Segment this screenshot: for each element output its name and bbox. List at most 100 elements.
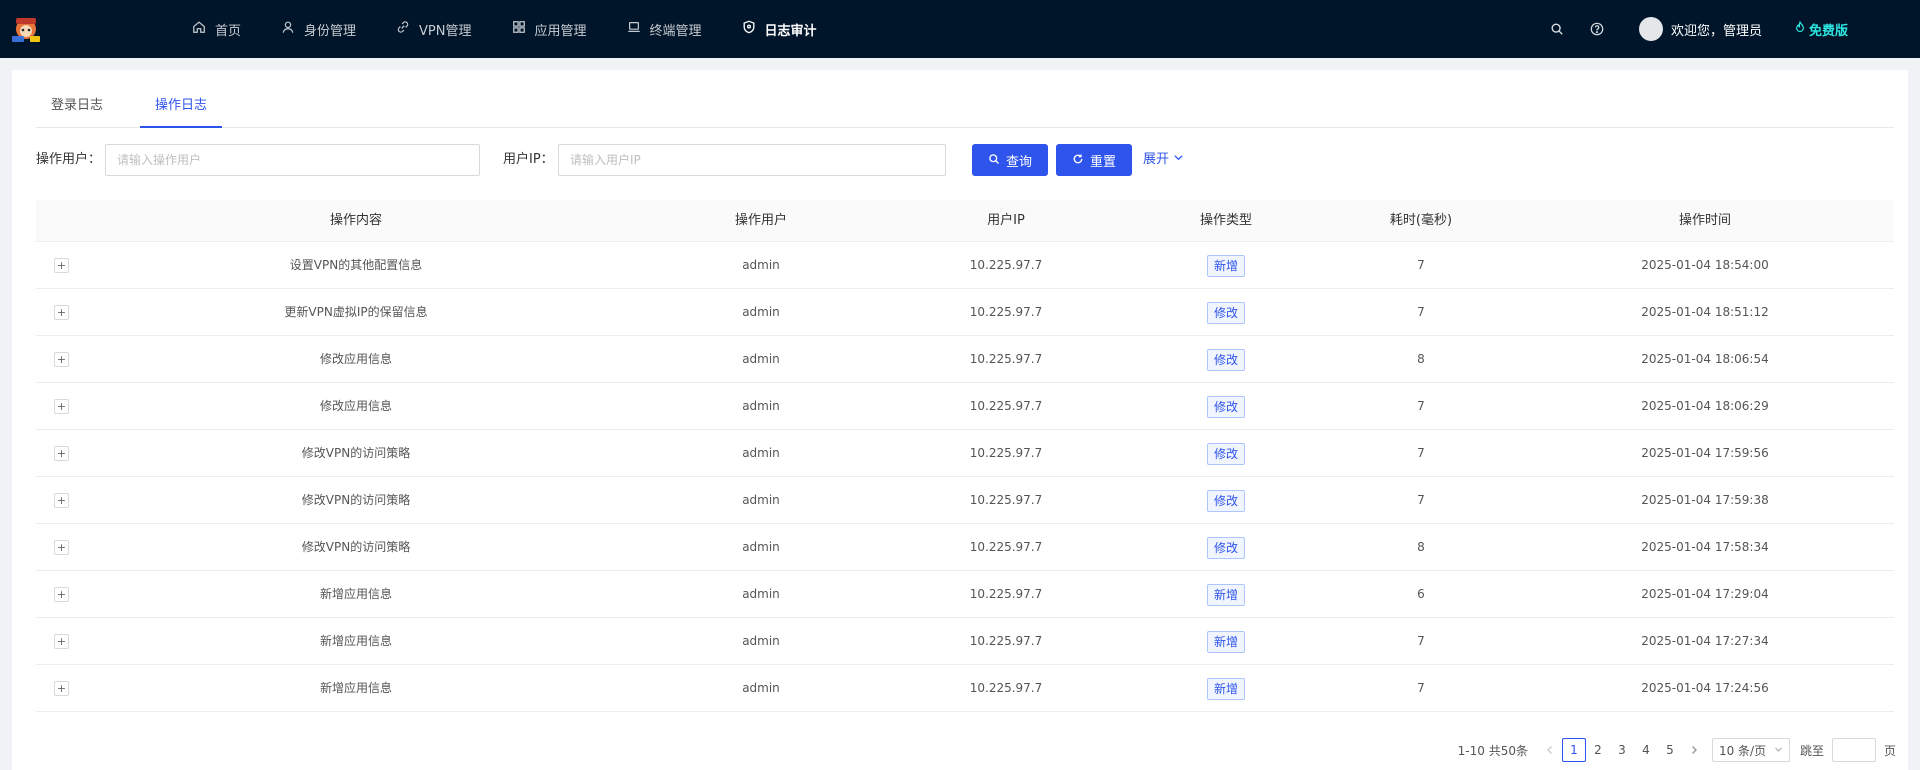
nav-item-vpn[interactable]: VPN管理 xyxy=(396,0,472,58)
query-label: 查询 xyxy=(1005,153,1032,169)
cell-time: 2025-01-04 17:59:56 xyxy=(1641,446,1769,460)
page-size-label: 10 条/页 xyxy=(1718,743,1767,758)
expand-toggle[interactable]: 展开 xyxy=(1143,144,1184,176)
query-button[interactable]: 查询 xyxy=(972,144,1048,176)
row-expand-icon[interactable]: + xyxy=(54,493,69,508)
cell-ip: 10.225.97.7 xyxy=(969,399,1043,413)
page-1[interactable]: 1 xyxy=(1561,738,1586,762)
table-row[interactable]: + 更新VPN虚拟IP的保留信息 admin 10.225.97.7 修改 7 … xyxy=(36,289,1894,336)
reload-icon xyxy=(1072,153,1084,168)
row-expand-icon[interactable]: + xyxy=(54,258,69,273)
table-row[interactable]: + 修改VPN的访问策略 admin 10.225.97.7 修改 7 2025… xyxy=(36,430,1894,477)
avatar[interactable] xyxy=(1638,17,1663,41)
jump-suffix: 页 xyxy=(1883,743,1896,758)
header-ip: 用户IP xyxy=(987,213,1025,228)
row-expand-icon[interactable]: + xyxy=(54,587,69,602)
cell-duration: 6 xyxy=(1417,587,1425,601)
type-tag: 修改 xyxy=(1206,395,1245,418)
expand-label: 展开 xyxy=(1143,152,1170,167)
content-card: 登录日志 操作日志 操作用户： 用户IP： 查询 重置 展开 操作内容 xyxy=(12,70,1908,770)
row-expand-icon[interactable]: + xyxy=(54,634,69,649)
page-4[interactable]: 4 xyxy=(1634,738,1658,762)
jump-page-input[interactable] xyxy=(1831,738,1876,762)
row-expand-icon[interactable]: + xyxy=(54,681,69,696)
row-expand-icon[interactable]: + xyxy=(54,399,69,414)
cell-ip: 10.225.97.7 xyxy=(969,258,1043,272)
page-size-select[interactable]: 10 条/页 xyxy=(1711,738,1790,762)
tab-operation-log[interactable]: 操作日志 xyxy=(140,84,223,128)
cell-type: 修改 xyxy=(1126,383,1326,430)
table-row[interactable]: + 新增应用信息 admin 10.225.97.7 新增 6 2025-01-… xyxy=(36,571,1894,618)
cell-user: admin xyxy=(742,352,780,366)
reset-button[interactable]: 重置 xyxy=(1056,144,1132,176)
operation-user-input[interactable] xyxy=(105,144,480,176)
top-right-area: 欢迎您，管理员 免费版 xyxy=(1549,0,1920,58)
cell-time: 2025-01-04 17:24:56 xyxy=(1641,681,1769,695)
welcome-text[interactable]: 欢迎您，管理员 xyxy=(1671,20,1762,39)
row-expand-icon[interactable]: + xyxy=(54,446,69,461)
nav-item-audit[interactable]: 日志审计 xyxy=(742,0,817,58)
row-expand-icon[interactable]: + xyxy=(54,540,69,555)
table-row[interactable]: + 修改应用信息 admin 10.225.97.7 修改 7 2025-01-… xyxy=(36,383,1894,430)
table-row[interactable]: + 新增应用信息 admin 10.225.97.7 新增 7 2025-01-… xyxy=(36,618,1894,665)
cell-duration: 7 xyxy=(1417,634,1425,648)
row-expand-icon[interactable]: + xyxy=(54,352,69,367)
nav-label: 首页 xyxy=(215,23,242,39)
cell-ip: 10.225.97.7 xyxy=(969,587,1043,601)
nav-item-home[interactable]: 首页 xyxy=(192,0,241,58)
nav-item-terminal[interactable]: 终端管理 xyxy=(627,0,702,58)
table-row[interactable]: + 设置VPN的其他配置信息 admin 10.225.97.7 新增 7 20… xyxy=(36,242,1894,289)
type-tag: 修改 xyxy=(1206,536,1245,559)
search-icon[interactable] xyxy=(1549,21,1565,37)
header-type: 操作类型 xyxy=(1199,213,1252,228)
cell-type: 修改 xyxy=(1126,289,1326,336)
logo[interactable] xyxy=(8,14,44,46)
tab-login-log[interactable]: 登录日志 xyxy=(36,84,118,128)
log-tabs: 登录日志 操作日志 xyxy=(36,84,1894,128)
reset-label: 重置 xyxy=(1089,153,1116,169)
header-time: 操作时间 xyxy=(1678,213,1731,228)
next-page-icon[interactable] xyxy=(1682,738,1706,762)
nav-item-identity[interactable]: 身份管理 xyxy=(281,0,356,58)
chevron-down-icon xyxy=(1774,743,1783,757)
cell-user: admin xyxy=(742,634,780,648)
edition-badge[interactable]: 免费版 xyxy=(1794,20,1848,39)
table-row[interactable]: + 新增应用信息 admin 10.225.97.7 新增 7 2025-01-… xyxy=(36,665,1894,712)
page-3[interactable]: 3 xyxy=(1610,738,1634,762)
page-5[interactable]: 5 xyxy=(1658,738,1682,762)
table-row[interactable]: + 修改VPN的访问策略 admin 10.225.97.7 修改 7 2025… xyxy=(36,477,1894,524)
row-expand-icon[interactable]: + xyxy=(54,305,69,320)
cell-ip: 10.225.97.7 xyxy=(969,446,1043,460)
nav-item-apps[interactable]: 应用管理 xyxy=(512,0,587,58)
chevron-down-icon xyxy=(1173,144,1184,176)
table-row[interactable]: + 修改VPN的访问策略 admin 10.225.97.7 修改 8 2025… xyxy=(36,524,1894,571)
type-tag: 新增 xyxy=(1206,583,1245,606)
operation-log-table: 操作内容 操作用户 用户IP 操作类型 耗时(毫秒) 操作时间 + 设置VPN的… xyxy=(36,200,1894,712)
prev-page-icon[interactable] xyxy=(1538,738,1562,762)
cell-duration: 7 xyxy=(1417,493,1425,507)
ip-filter-label: 用户IP： xyxy=(503,152,554,167)
type-tag: 修改 xyxy=(1206,442,1245,465)
help-icon[interactable] xyxy=(1589,21,1605,37)
edition-label: 免费版 xyxy=(1808,23,1848,39)
pagination: 1-10 共50条 1 2 3 4 5 10 条/页 跳至 页 xyxy=(1458,738,1896,762)
cell-duration: 8 xyxy=(1417,540,1425,554)
cell-type: 新增 xyxy=(1126,571,1326,618)
cell-user: admin xyxy=(742,587,780,601)
cell-user: admin xyxy=(742,681,780,695)
cell-duration: 7 xyxy=(1417,399,1425,413)
search-icon xyxy=(988,153,1000,168)
user-filter-label: 操作用户： xyxy=(36,152,102,167)
nav-label: 应用管理 xyxy=(534,23,587,39)
shield-icon xyxy=(742,20,756,38)
cell-time: 2025-01-04 17:58:34 xyxy=(1641,540,1769,554)
type-tag: 修改 xyxy=(1206,489,1245,512)
page-2[interactable]: 2 xyxy=(1586,738,1610,762)
cell-ip: 10.225.97.7 xyxy=(969,352,1043,366)
cell-time: 2025-01-04 18:06:29 xyxy=(1641,399,1769,413)
user-ip-input[interactable] xyxy=(558,144,946,176)
home-icon xyxy=(192,20,206,38)
table-row[interactable]: + 修改应用信息 admin 10.225.97.7 修改 8 2025-01-… xyxy=(36,336,1894,383)
cell-content: 修改VPN的访问策略 xyxy=(301,446,411,460)
cell-user: admin xyxy=(742,399,780,413)
